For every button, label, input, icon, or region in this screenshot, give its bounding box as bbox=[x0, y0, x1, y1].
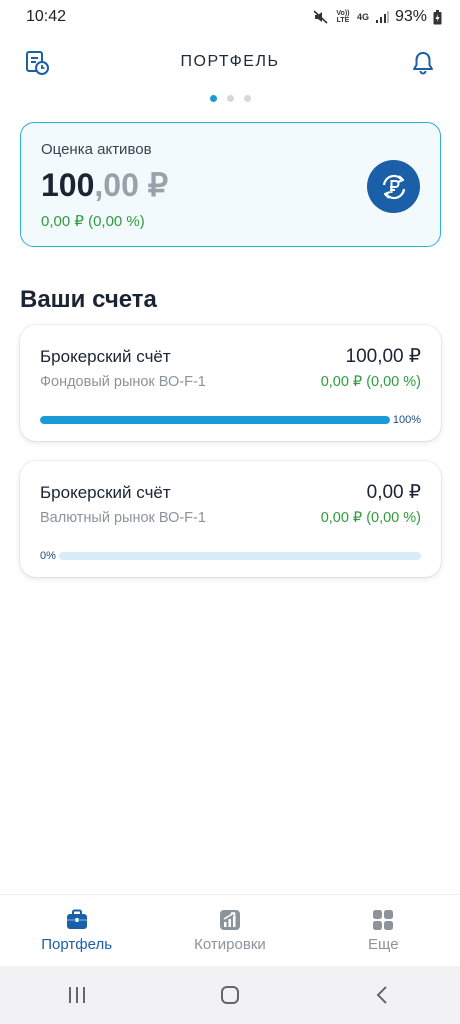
account-card[interactable]: Брокерский счёт 100,00 ₽ Фондовый рынок … bbox=[20, 325, 441, 441]
progress-track bbox=[40, 416, 390, 424]
volte-indicator: Vo)) LTE bbox=[336, 10, 350, 24]
nav-label: Еще bbox=[368, 936, 399, 953]
nav-label: Котировки bbox=[194, 936, 266, 953]
account-name: Брокерский счёт bbox=[40, 347, 171, 366]
assets-value: 100,00 ₽ bbox=[41, 166, 420, 204]
app-header: ПОРТФЕЛЬ bbox=[0, 42, 460, 82]
history-report-icon[interactable] bbox=[24, 50, 50, 76]
account-market: Фондовый рынок ВО-F-1 bbox=[40, 374, 206, 390]
grid-icon bbox=[373, 910, 394, 930]
nav-quotes[interactable]: Котировки bbox=[170, 908, 290, 953]
network-type: 4G bbox=[356, 11, 369, 22]
account-market: Валютный рынок ВО-F-1 bbox=[40, 510, 206, 526]
nav-label: Портфель bbox=[41, 936, 113, 953]
progress-track bbox=[58, 552, 421, 560]
status-time: 10:42 bbox=[26, 8, 67, 25]
ruble-exchange-icon bbox=[382, 174, 405, 199]
page-dot-2[interactable] bbox=[226, 95, 234, 102]
page-dot-3[interactable] bbox=[243, 95, 251, 102]
status-icons: Vo)) LTE 4G 93% bbox=[313, 8, 442, 26]
page-dot-1[interactable] bbox=[209, 95, 217, 102]
account-amount: 100,00 ₽ bbox=[345, 346, 421, 367]
assets-value-frac: ,00 ₽ bbox=[94, 167, 169, 203]
page-title: ПОРТФЕЛЬ bbox=[180, 53, 280, 70]
account-change: 0,00 ₽ (0,00 %) bbox=[320, 374, 421, 390]
signal-icon bbox=[375, 11, 389, 23]
bottom-navigation: Портфель Котировки Еще bbox=[0, 894, 460, 966]
system-navigation-bar bbox=[0, 966, 460, 1024]
battery-icon bbox=[433, 9, 442, 24]
account-progress: 0% bbox=[40, 549, 421, 563]
assets-card[interactable]: Оценка активов 100,00 ₽ 0,00 ₽ (0,00 %) bbox=[20, 122, 441, 247]
bell-icon[interactable] bbox=[410, 50, 436, 76]
chart-icon bbox=[219, 910, 240, 930]
assets-value-int: 100 bbox=[41, 167, 95, 203]
currency-exchange-button[interactable] bbox=[367, 160, 420, 213]
briefcase-icon bbox=[66, 909, 87, 929]
account-card[interactable]: Брокерский счёт 0,00 ₽ Валютный рынок ВО… bbox=[20, 461, 441, 577]
page-indicator bbox=[0, 95, 460, 102]
nav-more[interactable]: Еще bbox=[323, 908, 443, 953]
back-icon[interactable] bbox=[372, 984, 394, 1006]
progress-label: 0% bbox=[40, 550, 56, 562]
accounts-section-title: Ваши счета bbox=[20, 286, 157, 313]
account-progress: 100% bbox=[40, 413, 421, 427]
account-amount: 0,00 ₽ bbox=[366, 482, 421, 503]
status-bar: 10:42 Vo)) LTE 4G 93% bbox=[0, 0, 460, 34]
battery-percent: 93% bbox=[394, 8, 427, 25]
mute-icon bbox=[313, 10, 328, 24]
recent-apps-icon[interactable] bbox=[66, 984, 88, 1006]
home-icon[interactable] bbox=[219, 984, 241, 1006]
progress-label: 100% bbox=[392, 414, 421, 426]
account-change: 0,00 ₽ (0,00 %) bbox=[320, 510, 421, 526]
assets-label: Оценка активов bbox=[41, 141, 152, 158]
assets-change: 0,00 ₽ (0,00 %) bbox=[41, 213, 145, 230]
nav-portfolio[interactable]: Портфель bbox=[17, 908, 137, 953]
account-name: Брокерский счёт bbox=[40, 483, 171, 502]
progress-fill bbox=[40, 416, 390, 424]
